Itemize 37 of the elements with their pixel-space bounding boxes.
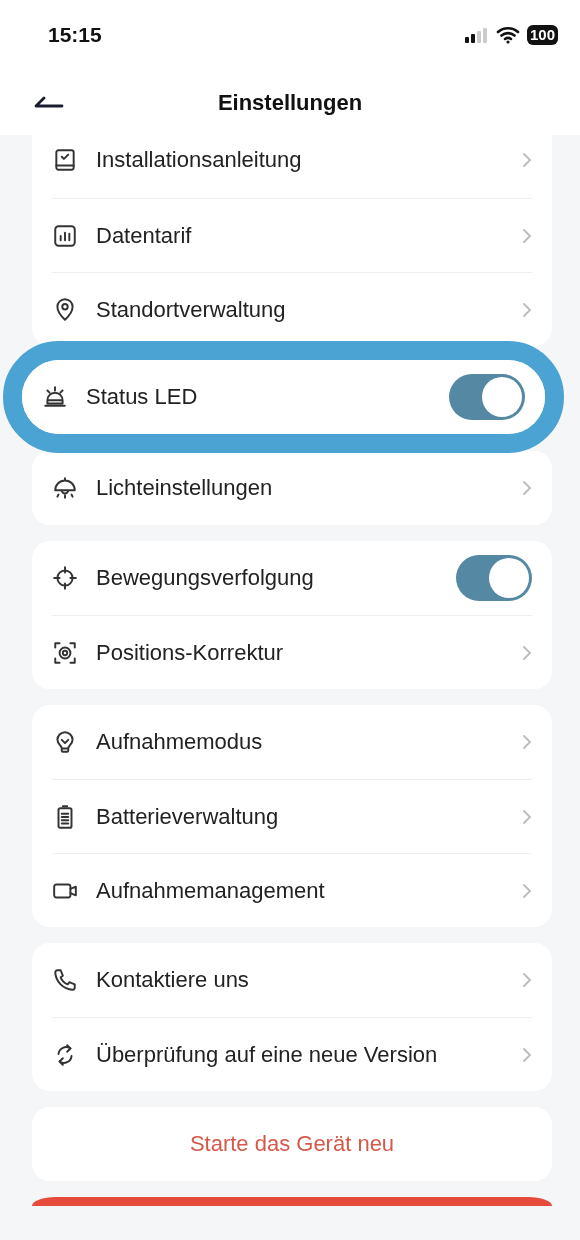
setting-label[interactable]: Lichteinstellungen [96, 475, 504, 501]
restart-button[interactable]: Starte das Gerät neu [32, 1107, 552, 1181]
page-title: Einstellungen [217, 89, 363, 116]
alarm-light-icon [42, 384, 68, 410]
focus-target-icon [52, 639, 78, 666]
chevron-icon [522, 152, 532, 168]
bar-chart-icon [52, 222, 78, 249]
setting-label[interactable]: Aufnahmemodus [96, 729, 504, 755]
guide-book-icon [52, 147, 78, 173]
wifi-icon [495, 26, 520, 44]
setting-label[interactable]: Bewegungsverfolgung [96, 565, 438, 591]
setting-label[interactable]: Positions-Korrektur [96, 639, 504, 666]
chevron-icon [522, 882, 532, 899]
setting-label[interactable]: Installationsanleitung [96, 147, 504, 173]
chevron-icon [522, 644, 532, 661]
ceiling-lamp-icon [52, 475, 78, 501]
crosshair-icon [52, 565, 78, 591]
toggle-switch[interactable] [456, 555, 532, 601]
chevron-icon [522, 808, 532, 825]
chevron-icon [522, 1046, 532, 1063]
phone-icon [52, 967, 78, 993]
setting-label[interactable]: Aufnahmemanagement [96, 877, 504, 904]
setting-label[interactable]: Batterieverwaltung [96, 803, 504, 830]
chevron-icon [522, 301, 532, 318]
chevron-icon [522, 480, 532, 496]
chevron-icon [522, 972, 532, 988]
setting-label[interactable]: Überprüfung auf eine neue Version [96, 1041, 504, 1068]
setting-label[interactable]: Kontaktiere uns [96, 967, 504, 993]
battery-indicator: 100 [526, 25, 558, 45]
chevron-icon [522, 227, 532, 244]
status-time: 15:15 [48, 23, 102, 47]
signal-icon [464, 27, 489, 43]
setting-label[interactable]: Standortverwaltung [96, 296, 504, 323]
setting-label[interactable]: Status LED [86, 384, 431, 410]
chevron-icon [522, 734, 532, 750]
toggle-switch[interactable] [449, 374, 525, 420]
setting-label[interactable]: Datentarif [96, 222, 504, 249]
